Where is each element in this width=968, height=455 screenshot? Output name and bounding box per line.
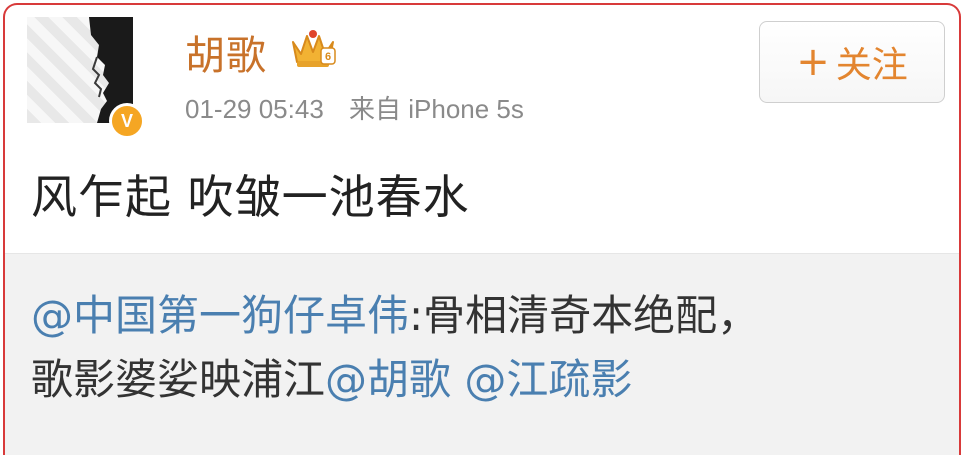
plus-icon: +	[796, 39, 830, 85]
repost-text-line-2: 歌影婆娑映浦江	[31, 355, 326, 404]
avatar-container[interactable]: V	[27, 17, 145, 139]
svg-text:6: 6	[325, 51, 331, 63]
post-meta: 01-29 05:43 来自 iPhone 5s	[185, 89, 524, 126]
post-timestamp[interactable]: 01-29 05:43	[185, 94, 324, 124]
post-text: 风乍起 吹皱一池春水	[31, 170, 470, 224]
follow-label: 关注	[835, 45, 908, 86]
repost-block[interactable]: @中国第一狗仔卓伟:骨相清奇本绝配， 歌影婆娑映浦江@胡歌 @江疏影	[5, 253, 959, 455]
follow-button[interactable]: + 关注	[759, 21, 945, 103]
mention-link[interactable]: @江疏影	[464, 355, 632, 404]
post-header: V 胡歌 6 01-29 05:43 来自 iPhone 5s + 关注 风乍起…	[5, 5, 959, 250]
username[interactable]: 胡歌	[185, 23, 267, 81]
mention-link[interactable]: @胡歌	[325, 355, 451, 404]
repost-text: @中国第一狗仔卓伟:骨相清奇本绝配， 歌影婆娑映浦江@胡歌 @江疏影	[31, 284, 931, 412]
crown-icon[interactable]: 6	[289, 28, 337, 70]
mention-separator	[451, 355, 464, 404]
mention-link[interactable]: @中国第一狗仔卓伟	[31, 291, 409, 340]
repost-text-line-1: :骨相清奇本绝配，	[409, 291, 760, 340]
verified-badge-letter: V	[120, 110, 133, 131]
verified-icon: V	[109, 103, 145, 139]
post-source: 来自 iPhone 5s	[349, 94, 524, 124]
weibo-post-card: V 胡歌 6 01-29 05:43 来自 iPhone 5s + 关注 风乍起…	[3, 3, 961, 455]
